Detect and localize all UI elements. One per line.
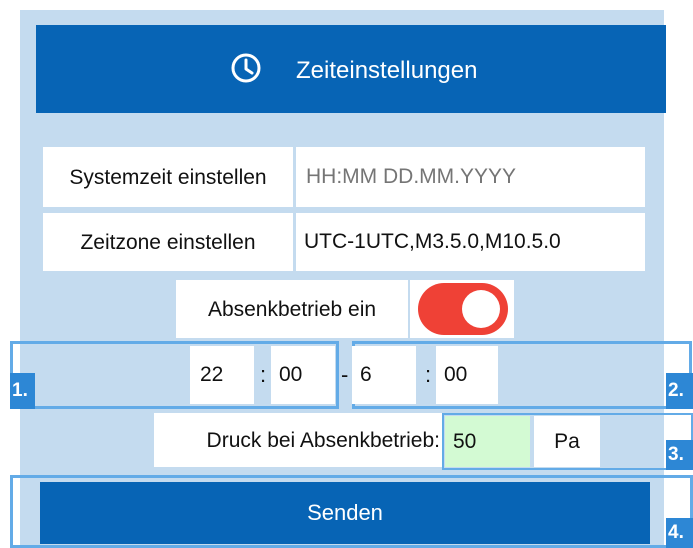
end-time-separator: : xyxy=(425,362,432,387)
start-minute-field[interactable]: 00 xyxy=(271,346,335,404)
end-hour-field[interactable]: 6 xyxy=(352,346,416,404)
marker-1: 1. xyxy=(10,373,35,409)
page-title: Zeiteinstellungen xyxy=(296,57,478,84)
system-time-label: Systemzeit einstellen xyxy=(43,147,293,207)
setback-toggle[interactable] xyxy=(418,283,508,335)
marker-2: 2. xyxy=(666,373,693,409)
end-minute-field[interactable]: 00 xyxy=(436,346,498,404)
clock-icon xyxy=(231,53,261,83)
timezone-label: Zeitzone einstellen xyxy=(43,213,293,271)
start-time-separator: : xyxy=(260,362,267,387)
pressure-unit: Pa xyxy=(534,416,600,467)
pressure-input[interactable]: 50 xyxy=(445,416,530,467)
send-button[interactable]: Senden xyxy=(40,482,650,544)
timezone-field[interactable]: UTC-1UTC,M3.5.0,M10.5.0 xyxy=(296,213,645,271)
system-time-input[interactable] xyxy=(296,147,645,207)
setback-label: Absenkbetrieb ein xyxy=(176,280,408,338)
marker-3: 3. xyxy=(666,440,693,470)
start-hour-field[interactable]: 22 xyxy=(190,346,254,404)
marker-4: 4. xyxy=(666,518,693,548)
pressure-label: Druck bei Absenkbetrieb: xyxy=(154,413,442,467)
toggle-knob xyxy=(462,290,500,328)
range-separator: - xyxy=(341,362,349,387)
